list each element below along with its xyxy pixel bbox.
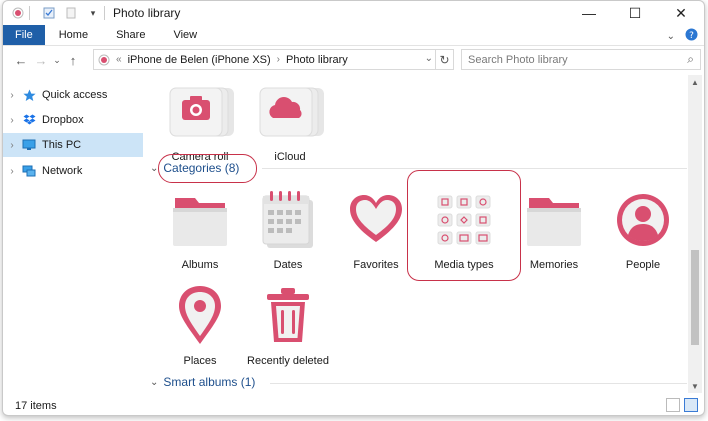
item-albums[interactable]: Albums: [150, 183, 250, 271]
item-label: Albums: [181, 259, 219, 271]
expand-ribbon-icon[interactable]: ⌄: [667, 31, 675, 42]
search-icon[interactable]: ⌕: [687, 52, 694, 67]
dropbox-icon: [21, 114, 37, 126]
minimize-button[interactable]: —: [566, 1, 612, 25]
sidebar-item-label: Dropbox: [42, 114, 84, 126]
folder-icon: [150, 183, 250, 257]
tab-share[interactable]: Share: [102, 25, 159, 45]
search-input[interactable]: Search Photo library ⌕: [461, 49, 701, 70]
item-label: Dates: [273, 259, 303, 271]
close-button[interactable]: ✕: [658, 1, 704, 25]
maximize-button[interactable]: ☐: [612, 1, 658, 25]
scroll-up-icon[interactable]: ▲: [688, 75, 702, 89]
address-dropdown-icon[interactable]: ⌄: [425, 53, 433, 64]
person-icon: [593, 183, 689, 257]
new-folder-icon[interactable]: [64, 6, 78, 20]
star-icon: [21, 89, 37, 102]
item-label: Places: [183, 355, 217, 367]
sidebar-item-label: Network: [42, 165, 83, 177]
svg-text:?: ?: [689, 31, 694, 41]
item-count: 17 items: [15, 399, 57, 412]
chevron-right-icon[interactable]: ›: [277, 54, 280, 65]
forward-arrow-icon[interactable]: →: [31, 53, 51, 68]
chevron-right-icon[interactable]: ›: [3, 166, 21, 177]
divider: [262, 168, 687, 169]
item-recently-deleted[interactable]: Recently deleted: [238, 279, 338, 367]
ribbon-tabs: File Home Share View ⌄ ?: [3, 25, 704, 46]
map-pin-icon: [150, 279, 250, 353]
sidebar-item-label: This PC: [42, 139, 82, 151]
item-label: People: [625, 259, 661, 271]
help-icon[interactable]: ?: [685, 28, 698, 44]
title-bar: ▾ Photo library — ☐ ✕: [3, 1, 704, 25]
app-icon[interactable]: [11, 6, 25, 20]
window-title: Photo library: [113, 6, 181, 20]
network-icon: [21, 165, 37, 177]
sidebar-item-dropbox[interactable]: › Dropbox: [3, 108, 143, 132]
navigation-pane: › Quick access › Dropbox › This PC › Net…: [3, 75, 143, 393]
item-camera-roll[interactable]: Camera roll: [150, 75, 250, 163]
item-icloud[interactable]: iCloud: [240, 75, 340, 163]
item-dates[interactable]: Dates: [238, 183, 338, 271]
divider: [270, 383, 687, 384]
ribbon-right: ⌄ ?: [667, 28, 698, 44]
camera-icon: [150, 75, 250, 149]
scroll-thumb[interactable]: [691, 250, 699, 345]
vertical-scrollbar[interactable]: ▲ ▼: [688, 75, 702, 393]
chevron-right-icon[interactable]: ›: [3, 115, 21, 126]
cloud-icon: [240, 75, 340, 149]
breadcrumb-device[interactable]: iPhone de Belen (iPhone XS): [128, 54, 271, 66]
group-header-smart-albums[interactable]: ⌄ Smart albums (1): [150, 375, 255, 389]
highlight-ring: [158, 154, 257, 183]
item-people[interactable]: People: [593, 183, 689, 271]
folder-icon: [504, 183, 604, 257]
sidebar-item-label: Quick access: [42, 89, 108, 101]
trash-icon: [238, 279, 338, 353]
explorer-window: ▾ Photo library — ☐ ✕ File Home Share Vi…: [2, 0, 705, 416]
divider: [104, 6, 105, 20]
address-bar[interactable]: « iPhone de Belen (iPhone XS) › Photo li…: [93, 49, 454, 70]
item-label: Recently deleted: [247, 355, 329, 367]
item-memories[interactable]: Memories: [504, 183, 604, 271]
breadcrumb-photo-library[interactable]: Photo library: [286, 54, 348, 66]
tab-file[interactable]: File: [3, 25, 45, 45]
back-arrow-icon[interactable]: ←: [11, 53, 31, 68]
details-view-icon[interactable]: [666, 398, 680, 412]
group-title: Smart albums (1): [163, 375, 256, 389]
window-controls: — ☐ ✕: [566, 1, 704, 25]
sidebar-item-network[interactable]: › Network: [3, 159, 143, 183]
scroll-down-icon[interactable]: ▼: [688, 379, 702, 393]
recent-locations-icon[interactable]: ⌄: [51, 55, 63, 66]
chevron-down-icon[interactable]: ⌄: [150, 377, 158, 388]
chevron-right-icon[interactable]: ›: [3, 140, 21, 151]
chevron-right-icon[interactable]: ›: [3, 90, 21, 101]
overflow-chevron[interactable]: «: [116, 54, 122, 65]
item-places[interactable]: Places: [150, 279, 250, 367]
refresh-icon[interactable]: ↻: [435, 50, 453, 69]
large-icons-view-icon[interactable]: [684, 398, 698, 412]
customize-dropdown-icon[interactable]: ▾: [86, 6, 100, 20]
search-placeholder: Search Photo library: [468, 53, 568, 66]
divider: [29, 6, 30, 20]
pc-icon: [21, 139, 37, 151]
phone-icon: [98, 54, 110, 66]
up-arrow-icon[interactable]: ↑: [63, 53, 83, 68]
item-label: Memories: [529, 259, 579, 271]
tab-view[interactable]: View: [159, 25, 211, 45]
file-view: Camera roll iCloud ⌄ Categories (8) Albu…: [144, 75, 689, 393]
sidebar-item-quick-access[interactable]: › Quick access: [3, 83, 143, 107]
address-row: ← → ⌄ ↑ « iPhone de Belen (iPhone XS) › …: [3, 47, 704, 73]
view-switcher: [666, 398, 698, 412]
calendar-icon: [238, 183, 338, 257]
status-bar: 17 items: [3, 395, 704, 415]
sidebar-item-this-pc[interactable]: › This PC: [3, 133, 143, 157]
tab-home[interactable]: Home: [45, 25, 102, 45]
properties-icon[interactable]: [42, 6, 56, 20]
